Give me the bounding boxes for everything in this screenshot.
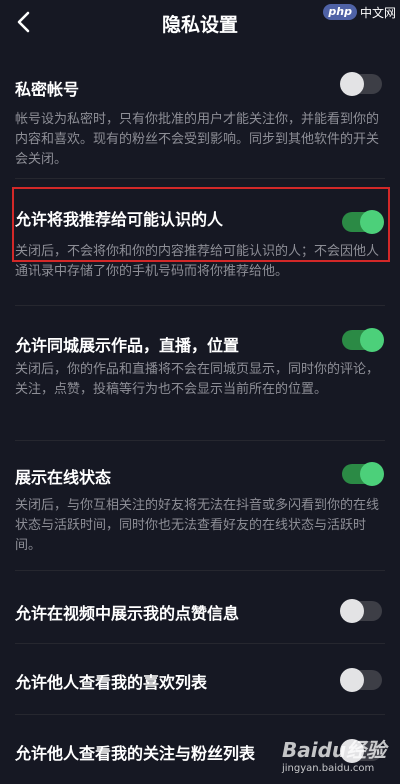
setting-description: 关闭后，与你互相关注的好友将无法在抖音或多闪看到你的在线状态与活跃时间，同时你也… (15, 498, 380, 553)
baidu-watermark-main: Baidu经验 (282, 738, 387, 762)
toggle-knob (340, 72, 364, 96)
setting-description: 关闭后，不会将你和你的内容推荐给可能认识的人；不会因他人通讯录中存储了你的手机号… (15, 244, 380, 279)
liked-list-visibility-toggle[interactable] (340, 668, 382, 692)
setting-label: 允许他人查看我的关注与粉丝列表 (15, 744, 256, 763)
setting-label: 允许同城展示作品，直播，位置 (15, 336, 240, 355)
setting-private-account: 私密帐号 帐号设为私密时，只有你批准的用户才能关注你，并能看到你的内容和喜欢。现… (0, 70, 400, 180)
php-watermark-text: 中文网 (359, 5, 396, 20)
setting-label: 展示在线状态 (15, 468, 112, 487)
show-likes-in-video-toggle[interactable] (340, 599, 382, 623)
toggle-knob (360, 462, 384, 486)
online-status-toggle[interactable] (342, 462, 384, 486)
setting-liked-list-visibility: 允许他人查看我的喜欢列表 (0, 665, 400, 695)
toggle-knob (340, 668, 364, 692)
baidu-watermark-sub: jingyan.baidu.com (282, 763, 375, 774)
private-account-toggle[interactable] (340, 72, 382, 96)
baidu-watermark: Baidu经验 jingyan.baidu.com (282, 734, 392, 778)
toggle-knob (360, 210, 384, 234)
divider (15, 714, 385, 715)
setting-description: 帐号设为私密时，只有你批准的用户才能关注你，并能看到你的内容和喜欢。现有的粉丝不… (15, 112, 380, 167)
top-bar: 隐私设置 php 中文网 (0, 0, 400, 44)
toggle-knob (340, 599, 364, 623)
divider (15, 178, 385, 179)
toggle-knob (360, 328, 384, 352)
setting-local-display: 允许同城展示作品，直播，位置 关闭后，你的作品和直播将不会在同城页显示，同时你的… (0, 328, 400, 428)
setting-recommend-to-contacts: 允许将我推荐给可能认识的人 关闭后，不会将你和你的内容推荐给可能认识的人；不会因… (0, 200, 400, 290)
setting-label: 允许将我推荐给可能认识的人 (15, 210, 224, 229)
divider (15, 643, 385, 644)
divider (15, 570, 385, 571)
setting-label: 允许他人查看我的喜欢列表 (15, 673, 208, 692)
recommend-to-contacts-toggle[interactable] (342, 210, 384, 234)
local-display-toggle[interactable] (342, 328, 384, 352)
divider (15, 440, 385, 441)
setting-online-status: 展示在线状态 关闭后，与你互相关注的好友将无法在抖音或多闪看到你的在线状态与活跃… (0, 460, 400, 560)
setting-description: 关闭后，你的作品和直播将不会在同城页显示，同时你的评论，关注，点赞，投稿等行为也… (15, 362, 380, 397)
setting-label: 允许在视频中展示我的点赞信息 (15, 604, 240, 623)
setting-show-likes-in-video: 允许在视频中展示我的点赞信息 (0, 596, 400, 626)
php-logo: php (323, 4, 357, 20)
php-watermark: php 中文网 (323, 2, 396, 22)
divider (15, 305, 385, 306)
setting-label: 私密帐号 (15, 80, 80, 99)
